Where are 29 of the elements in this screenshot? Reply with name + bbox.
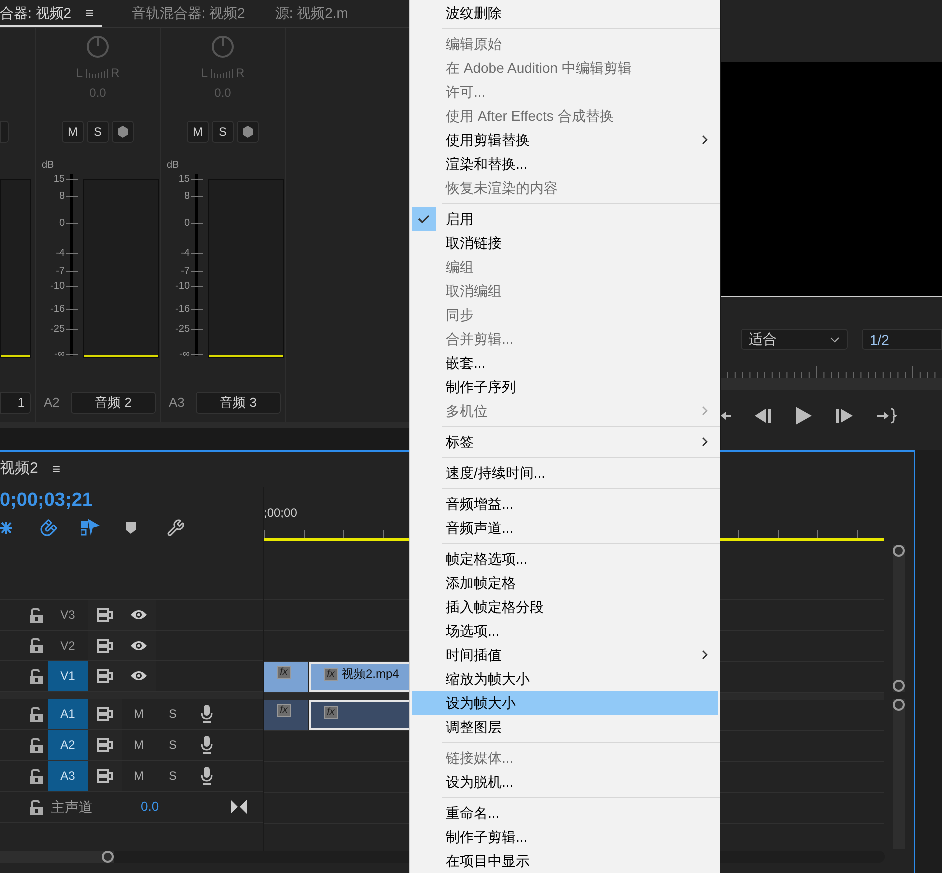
meter-scale-label: -16: [50, 304, 65, 316]
meter-scale-label: 8: [184, 191, 190, 203]
clip-name: 视频2.mp4: [342, 668, 400, 681]
master-track-label: 主声道: [51, 798, 93, 816]
meter-scale-label: -10: [176, 281, 190, 293]
fx-badge: fx: [324, 706, 338, 719]
fx-badge: fx: [277, 666, 291, 679]
meter-scale-label: -∞: [54, 349, 65, 361]
meter-scale-label: 15: [54, 174, 65, 186]
fx-badge: fx: [277, 704, 291, 717]
meter-scale-label: 8: [59, 191, 65, 203]
meter-scale-label: -7: [56, 266, 65, 278]
meter-scale-label: 0: [184, 218, 190, 230]
meter-unit: dB: [167, 160, 180, 172]
meter-scale-label: -10: [50, 281, 65, 293]
meter-scale-label: -7: [181, 266, 190, 278]
meter-scale-label: -16: [176, 304, 190, 316]
meter-scale-label: 15: [178, 174, 190, 186]
meter-scale-label: 0: [59, 218, 65, 230]
meter-scale-label: -∞: [180, 349, 190, 361]
track-label: A2: [44, 394, 61, 412]
fx-badge: fx: [324, 668, 338, 681]
meter-scale-label: -25: [176, 324, 190, 336]
track-label: A3: [169, 394, 186, 412]
meter-scale-label: -4: [56, 248, 65, 260]
meter-scale-label: -25: [50, 324, 65, 336]
meter-unit: dB: [42, 160, 56, 172]
meter-scale-label: -4: [181, 248, 190, 260]
ruler-timecode: ;00;00: [264, 505, 298, 522]
